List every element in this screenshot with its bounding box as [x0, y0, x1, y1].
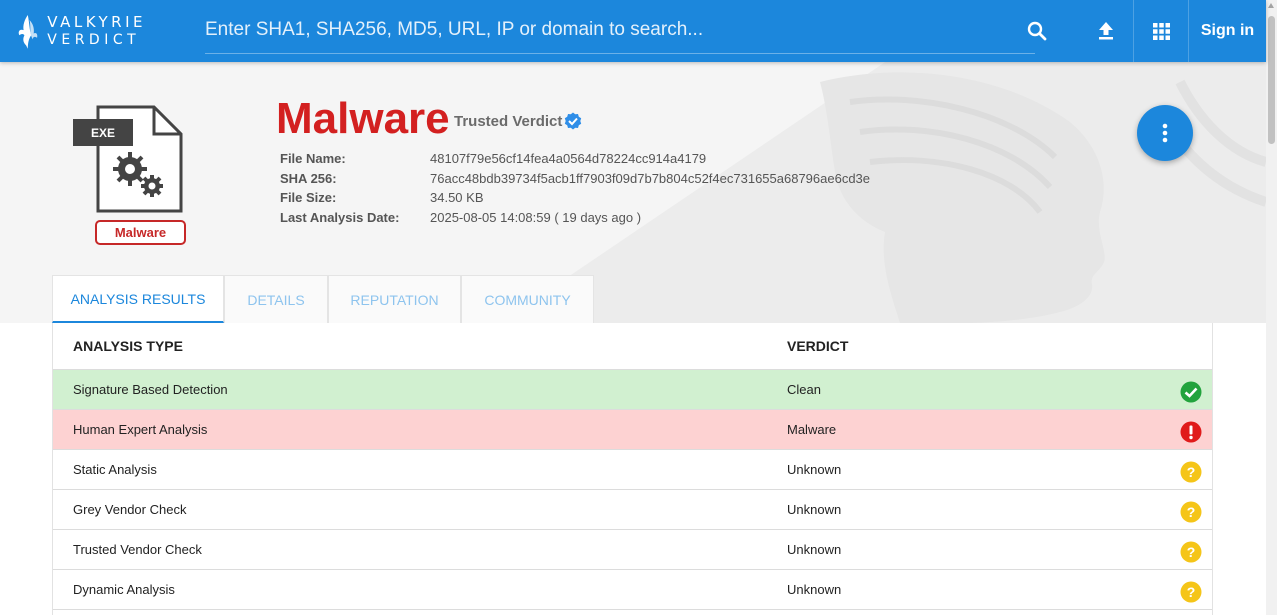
- more-vert-icon: [1162, 123, 1168, 143]
- table-row[interactable]: Signature Based Detection Clean: [53, 370, 1212, 410]
- upload-button[interactable]: [1088, 0, 1124, 62]
- svg-text:?: ?: [1187, 464, 1196, 480]
- verdict-cell: Unknown: [787, 462, 842, 477]
- file-metadata: File Name: 48107f79e56cf14fea4a0564d7822…: [280, 149, 870, 227]
- search-icon: [1027, 21, 1047, 41]
- verdict-title: Malware: [276, 94, 450, 143]
- meta-key: File Size:: [280, 190, 337, 206]
- svg-text:?: ?: [1187, 504, 1196, 520]
- trusted-verdict-text: Trusted Verdict: [454, 112, 563, 130]
- scroll-up-arrow-icon[interactable]: [1268, 3, 1274, 8]
- svg-text:?: ?: [1187, 544, 1196, 560]
- question-icon: ?: [1180, 501, 1202, 523]
- analysis-type-cell: Dynamic Analysis: [73, 582, 175, 597]
- tab-details[interactable]: DETAILS: [224, 275, 328, 323]
- search-button[interactable]: [1019, 0, 1055, 62]
- brand-name-line1: VALKYRIE: [47, 13, 146, 31]
- question-icon: ?: [1180, 541, 1202, 563]
- meta-row-file-name: File Name: 48107f79e56cf14fea4a0564d7822…: [280, 149, 870, 169]
- meta-row-last-analysis: Last Analysis Date: 2025-08-05 14:08:59 …: [280, 208, 870, 228]
- more-actions-button[interactable]: [1137, 105, 1193, 161]
- verdict-cell: Unknown: [787, 502, 842, 517]
- sign-in-button[interactable]: Sign in: [1189, 0, 1266, 62]
- brand-name-line2: VERDICT: [47, 32, 141, 48]
- file-size-value: 34.50 KB: [430, 190, 484, 206]
- file-name-value: 48107f79e56cf14fea4a0564d78224cc914a4179: [430, 151, 707, 167]
- verdict-cell: Malware: [787, 422, 837, 437]
- analysis-type-cell: Human Expert Analysis: [73, 422, 208, 437]
- trusted-verdict-label: Trusted Verdict: [454, 112, 582, 130]
- verdict-badge: Malware: [95, 220, 186, 245]
- check-icon: [1180, 381, 1202, 403]
- upload-icon: [1099, 22, 1113, 40]
- tab-reputation[interactable]: REPUTATION: [328, 275, 461, 323]
- last-analysis-value: 2025-08-05 14:08:59 ( 19 days ago ): [430, 209, 642, 225]
- column-header-verdict: VERDICT: [787, 338, 849, 354]
- search-bar: [205, 8, 1035, 54]
- tab-community[interactable]: COMMUNITY: [461, 275, 594, 323]
- analysis-type-cell: Signature Based Detection: [73, 382, 228, 397]
- analysis-type-cell: Trusted Vendor Check: [73, 542, 202, 557]
- tab-analysis-results[interactable]: ANALYSIS RESULTS: [52, 275, 224, 323]
- meta-key: Last Analysis Date:: [280, 209, 400, 225]
- column-header-analysis-type: ANALYSIS TYPE: [73, 338, 183, 354]
- top-app-bar: VALKYRIE VERDICT Sign in: [0, 0, 1266, 62]
- analysis-results-table: ANALYSIS TYPE VERDICT Signature Based De…: [52, 323, 1213, 615]
- table-row[interactable]: Grey Vendor Check Unknown ?: [53, 490, 1212, 530]
- verdict-cell: Clean: [787, 382, 821, 397]
- alert-icon: [1180, 421, 1202, 443]
- page-scrollbar[interactable]: [1266, 0, 1277, 615]
- table-row[interactable]: Trusted Vendor Check Unknown ?: [53, 530, 1212, 570]
- meta-row-sha256: SHA 256: 76acc48bdb39734f5acb1ff7903f09d…: [280, 169, 870, 189]
- analysis-type-cell: Grey Vendor Check: [73, 502, 187, 517]
- meta-key: File Name:: [280, 151, 346, 167]
- brand-logo[interactable]: VALKYRIE VERDICT: [16, 8, 146, 54]
- search-input[interactable]: [205, 8, 1035, 52]
- table-row[interactable]: Dynamic Analysis Unknown ?: [53, 570, 1212, 610]
- verdict-cell: Unknown: [787, 542, 842, 557]
- toolbar-divider: [1133, 0, 1134, 62]
- apps-grid-icon: [1152, 22, 1170, 40]
- result-tabs: ANALYSIS RESULTS DETAILS REPUTATION COMM…: [52, 275, 594, 323]
- file-type-label: EXE: [90, 125, 115, 140]
- analysis-type-cell: Static Analysis: [73, 462, 157, 477]
- valkyrie-wing-icon: [18, 14, 38, 49]
- sha256-value: 76acc48bdb39734f5acb1ff7903f09d7b7b804c5…: [430, 170, 871, 186]
- table-row[interactable]: Human Expert Analysis Malware: [53, 410, 1212, 450]
- verdict-cell: Unknown: [787, 582, 842, 597]
- verified-badge-icon: [565, 112, 582, 130]
- question-icon: ?: [1180, 461, 1202, 483]
- apps-button[interactable]: [1145, 0, 1177, 62]
- scrollbar-thumb[interactable]: [1268, 16, 1275, 144]
- question-icon: ?: [1180, 581, 1202, 603]
- table-row[interactable]: Static Analysis Unknown ?: [53, 450, 1212, 490]
- svg-text:?: ?: [1187, 584, 1196, 600]
- meta-row-file-size: File Size: 34.50 KB: [280, 188, 870, 208]
- meta-key: SHA 256:: [280, 170, 337, 186]
- table-header: ANALYSIS TYPE VERDICT: [53, 323, 1212, 370]
